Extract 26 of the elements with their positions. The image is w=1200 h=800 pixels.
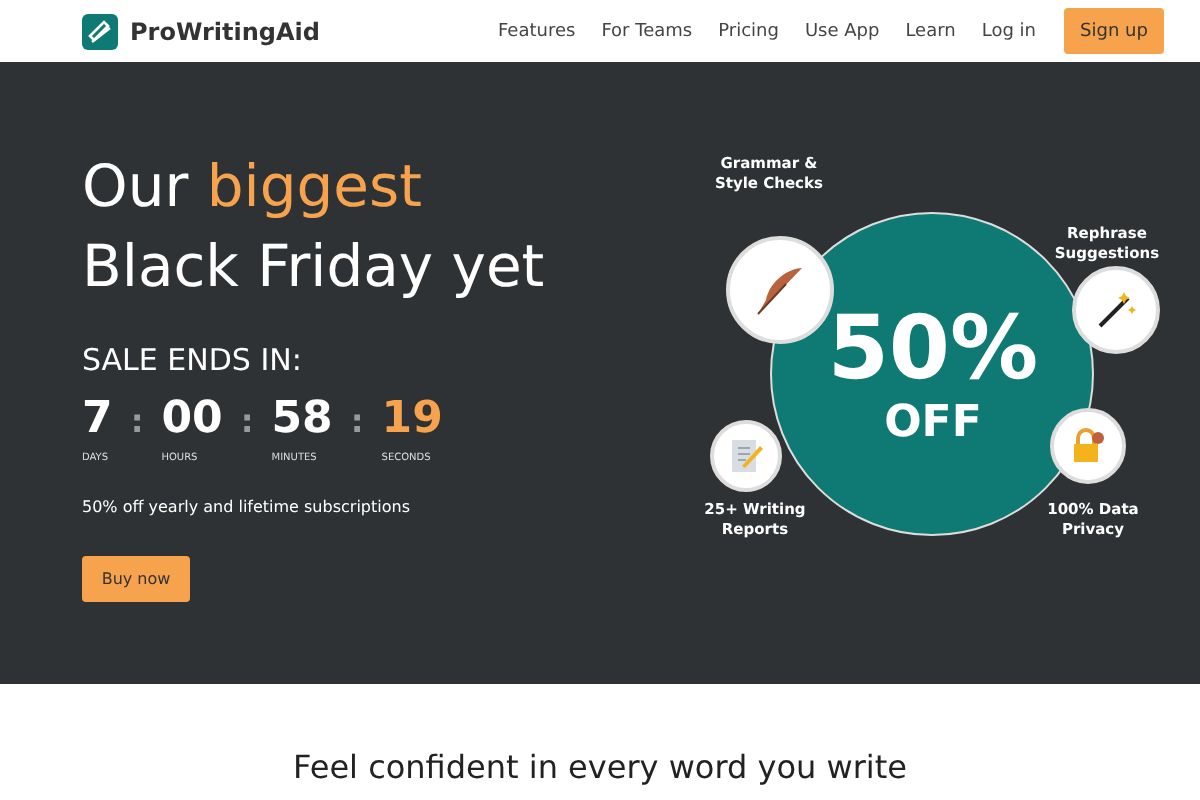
buy-now-button[interactable]: Buy now bbox=[82, 556, 190, 602]
separator: : bbox=[130, 402, 144, 440]
padlock-icon bbox=[1068, 426, 1109, 466]
nav-link[interactable]: Pricing bbox=[718, 21, 779, 41]
nav-link[interactable]: For Teams bbox=[601, 21, 693, 41]
sale-label: SALE ENDS IN: bbox=[82, 342, 304, 378]
nav-link[interactable]: Log in bbox=[981, 21, 1036, 41]
logo-icon[interactable] bbox=[82, 13, 118, 49]
section-title: Feel confident in every word you write bbox=[293, 748, 907, 786]
brand-name[interactable]: ProWritingAid bbox=[130, 17, 320, 45]
separator: : bbox=[350, 402, 364, 440]
countdown-value: 19 bbox=[381, 394, 443, 446]
countdown-value: 00 bbox=[161, 394, 223, 446]
countdown-value: 7 bbox=[82, 394, 113, 446]
separator: : bbox=[240, 402, 254, 440]
document-pencil-icon bbox=[726, 436, 767, 476]
nav-link[interactable]: Learn bbox=[905, 21, 956, 41]
headline: Our biggest Black Friday yet bbox=[82, 150, 547, 304]
nav-link[interactable]: Use App bbox=[804, 21, 880, 41]
countdown-value: 58 bbox=[271, 394, 333, 446]
discount-word: OFF bbox=[884, 397, 982, 447]
subtitle: 50% off yearly and lifetime subscriptions bbox=[82, 498, 412, 516]
nav-link[interactable]: Features bbox=[497, 21, 576, 41]
discount-amount: 50% bbox=[827, 301, 1039, 397]
sign-up-button[interactable]: Sign up bbox=[1064, 8, 1164, 54]
magic-wand-icon bbox=[1094, 288, 1139, 332]
